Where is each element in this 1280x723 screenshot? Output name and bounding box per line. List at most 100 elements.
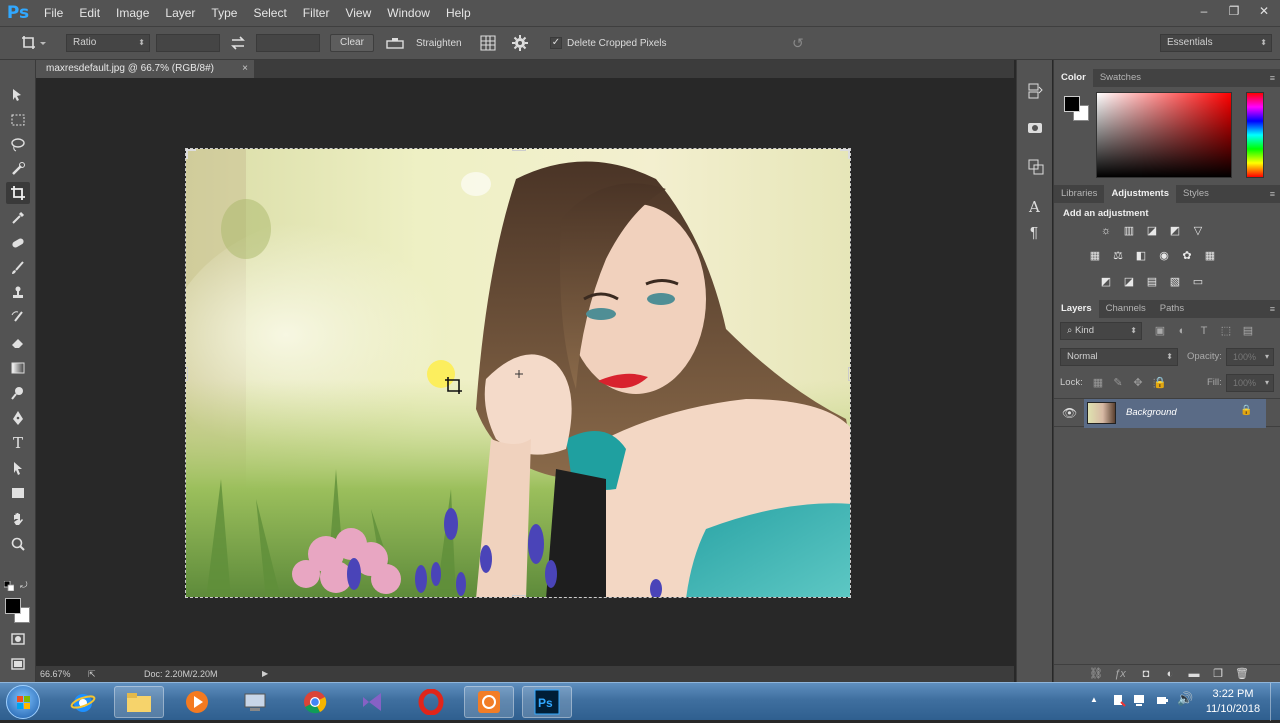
tab-layers[interactable]: Layers: [1054, 300, 1099, 318]
fx-icon[interactable]: ƒx: [1112, 668, 1128, 681]
panel-menu-icon[interactable]: ≡: [1270, 185, 1275, 203]
tab-color[interactable]: Color: [1054, 69, 1093, 87]
visibility-eye-icon[interactable]: 👁: [1062, 406, 1077, 420]
crop-handle-left[interactable]: [186, 367, 188, 381]
color-balance-icon[interactable]: ⚖: [1110, 250, 1126, 263]
swap-colors-icon[interactable]: ⤾: [20, 580, 30, 590]
clone-source-panel-icon[interactable]: [1027, 158, 1045, 176]
new-group-icon[interactable]: ▬: [1186, 668, 1202, 681]
crop-tool-icon[interactable]: [6, 182, 30, 204]
brush-tool-icon[interactable]: [6, 257, 30, 279]
close-button[interactable]: ✕: [1256, 4, 1272, 18]
tab-adjustments[interactable]: Adjustments: [1104, 185, 1176, 203]
power-icon[interactable]: [1155, 693, 1169, 707]
rectangle-tool-icon[interactable]: [6, 482, 30, 504]
quick-mask-icon[interactable]: [6, 628, 30, 650]
crop-handle-top-left[interactable]: [186, 149, 196, 159]
hue-saturation-icon[interactable]: ▦: [1087, 250, 1103, 263]
lock-pixels-icon[interactable]: ✎: [1110, 377, 1126, 390]
posterize-icon[interactable]: ◪: [1121, 276, 1137, 289]
hue-slider[interactable]: [1246, 92, 1264, 178]
action-center-icon[interactable]: [1112, 693, 1126, 707]
document-image[interactable]: [185, 148, 851, 598]
show-hidden-icons-icon[interactable]: ▲: [1090, 695, 1102, 707]
opera-button[interactable]: [406, 686, 456, 718]
reset-icon[interactable]: ↺: [792, 35, 810, 51]
restore-button[interactable]: ❐: [1226, 4, 1242, 18]
opacity-field[interactable]: 100% ▾: [1226, 348, 1274, 366]
add-mask-icon[interactable]: ◘: [1138, 668, 1154, 681]
layer-filter-dropdown[interactable]: ⌕ Kind ⬍: [1060, 322, 1142, 340]
visual-studio-button[interactable]: [348, 686, 398, 718]
menu-file[interactable]: File: [36, 0, 71, 26]
menu-layer[interactable]: Layer: [157, 0, 203, 26]
tab-paths[interactable]: Paths: [1153, 300, 1191, 318]
foreground-color-swatch[interactable]: [5, 598, 21, 614]
status-menu-arrow-icon[interactable]: ▶: [262, 666, 268, 682]
menu-edit[interactable]: Edit: [71, 0, 108, 26]
canvas-area[interactable]: [36, 78, 1014, 666]
properties-panel-icon[interactable]: [1027, 120, 1043, 138]
threshold-icon[interactable]: ▤: [1144, 276, 1160, 289]
panel-menu-icon[interactable]: ≡: [1270, 300, 1275, 318]
levels-icon[interactable]: ▥: [1121, 225, 1137, 238]
vibrance-icon[interactable]: ▽: [1190, 225, 1206, 238]
straighten-label[interactable]: Straighten: [416, 36, 462, 52]
zoom-tool-icon[interactable]: [6, 533, 30, 555]
dodge-tool-icon[interactable]: [6, 382, 30, 404]
gear-icon[interactable]: [512, 35, 528, 51]
pen-tool-icon[interactable]: [6, 407, 30, 429]
internet-explorer-button[interactable]: [58, 686, 108, 718]
selective-color-icon[interactable]: ▧: [1167, 276, 1183, 289]
document-tab[interactable]: maxresdefault.jpg @ 66.7% (RGB/8#) ×: [36, 60, 254, 78]
marquee-tool-icon[interactable]: [6, 109, 30, 131]
brightness-contrast-icon[interactable]: ☼: [1098, 225, 1114, 238]
layer-name[interactable]: Background: [1126, 407, 1177, 418]
minimize-button[interactable]: ‒: [1196, 4, 1212, 18]
color-picker-field[interactable]: [1096, 92, 1232, 178]
app-button[interactable]: [230, 686, 280, 718]
photoshop-taskbar-button[interactable]: Ps: [522, 686, 572, 718]
chrome-button[interactable]: [290, 686, 340, 718]
swap-icon[interactable]: [229, 34, 247, 52]
link-layers-icon[interactable]: ⛓: [1088, 668, 1104, 681]
blend-mode-dropdown[interactable]: Normal ⬍: [1060, 348, 1178, 366]
gradient-tool-icon[interactable]: [6, 357, 30, 379]
crop-handle-right[interactable]: [848, 367, 850, 381]
gradient-map-icon[interactable]: ▭: [1190, 276, 1206, 289]
height-field[interactable]: [256, 34, 320, 52]
lock-transparent-icon[interactable]: ▦: [1090, 377, 1106, 390]
hand-tool-icon[interactable]: [6, 508, 30, 530]
delete-layer-icon[interactable]: 🗑: [1234, 668, 1250, 681]
path-selection-tool-icon[interactable]: [6, 457, 30, 479]
menu-window[interactable]: Window: [379, 0, 438, 26]
workspace-dropdown[interactable]: Essentials ⬍: [1160, 34, 1272, 52]
move-tool-icon[interactable]: [6, 84, 30, 106]
network-icon[interactable]: [1133, 693, 1147, 707]
volume-icon[interactable]: 🔊: [1177, 691, 1193, 707]
character-panel-icon[interactable]: A: [1029, 198, 1043, 216]
ratio-dropdown[interactable]: Ratio ⬍: [66, 34, 150, 52]
app-button-orange[interactable]: [464, 686, 514, 718]
overlay-grid-icon[interactable]: [480, 35, 496, 51]
channel-mixer-icon[interactable]: ✿: [1179, 250, 1195, 263]
tab-libraries[interactable]: Libraries: [1054, 185, 1104, 203]
menu-image[interactable]: Image: [108, 0, 157, 26]
level-icon[interactable]: [386, 35, 404, 51]
screen-mode-icon[interactable]: [6, 653, 30, 675]
menu-filter[interactable]: Filter: [295, 0, 338, 26]
clone-stamp-tool-icon[interactable]: [6, 282, 30, 304]
new-layer-icon[interactable]: ❐: [1210, 668, 1226, 681]
photo-filter-icon[interactable]: ◉: [1156, 250, 1172, 263]
healing-brush-tool-icon[interactable]: [6, 232, 30, 254]
crop-handle-bottom[interactable]: [512, 595, 526, 597]
black-white-icon[interactable]: ◧: [1133, 250, 1149, 263]
clear-button[interactable]: Clear: [330, 34, 374, 52]
lock-position-icon[interactable]: ✥: [1130, 377, 1146, 390]
curves-icon[interactable]: ◪: [1144, 225, 1160, 238]
panel-menu-icon[interactable]: ≡: [1270, 69, 1275, 87]
fill-field[interactable]: 100% ▾: [1226, 374, 1274, 392]
filter-type-icon[interactable]: T: [1196, 325, 1212, 338]
tab-styles[interactable]: Styles: [1176, 185, 1216, 203]
show-desktop-button[interactable]: [1270, 683, 1280, 721]
